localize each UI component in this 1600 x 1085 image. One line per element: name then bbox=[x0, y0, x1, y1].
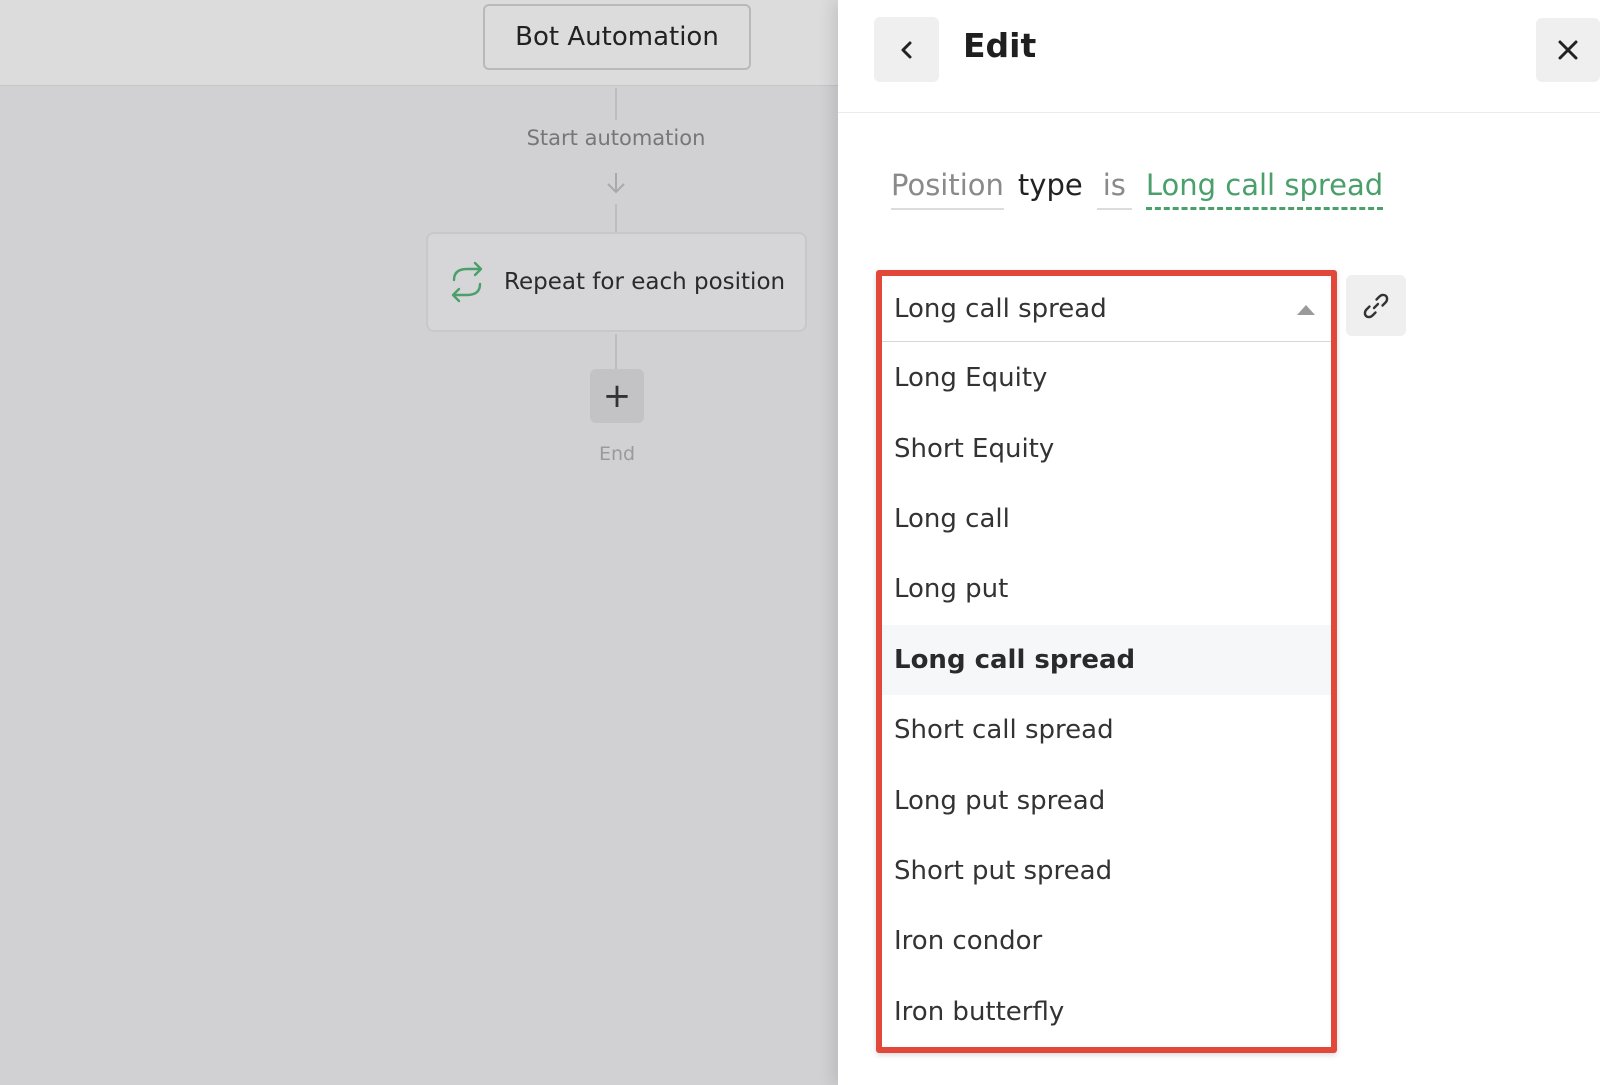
condition-operator[interactable]: is bbox=[1096, 168, 1132, 210]
bot-automation-button[interactable]: Bot Automation bbox=[483, 4, 751, 70]
back-button[interactable] bbox=[874, 17, 939, 82]
chevron-left-icon bbox=[901, 41, 911, 58]
condition-value[interactable]: Long call spread bbox=[1145, 168, 1384, 210]
add-step-button[interactable]: + bbox=[590, 369, 644, 423]
automation-canvas: Bot Automation Start automation Repeat f… bbox=[0, 0, 838, 1085]
panel-title: Edit bbox=[963, 26, 1037, 65]
link-variable-button[interactable] bbox=[1346, 275, 1406, 336]
dropdown-options-list: Long Equity Short Equity Long call Long … bbox=[882, 343, 1331, 1047]
edit-panel: Edit Position type is Long call spread L… bbox=[838, 0, 1600, 1085]
dropdown-option[interactable]: Long put spread bbox=[882, 765, 1331, 835]
condition-field[interactable]: Position bbox=[891, 168, 1004, 210]
dropdown-option[interactable]: Short Equity bbox=[882, 413, 1331, 483]
condition-sentence: Position type is Long call spread bbox=[891, 168, 1384, 214]
dropdown-selected-value[interactable]: Long call spread bbox=[882, 276, 1331, 342]
dropdown-option[interactable]: Long call bbox=[882, 484, 1331, 554]
link-icon bbox=[1363, 293, 1389, 318]
close-icon bbox=[1558, 40, 1578, 60]
caret-up-icon[interactable] bbox=[1297, 305, 1315, 315]
dropdown-option[interactable]: Iron butterfly bbox=[882, 977, 1331, 1047]
repeat-step-label: Repeat for each position bbox=[504, 269, 786, 295]
position-type-dropdown[interactable]: Long call spread Long Equity Short Equit… bbox=[876, 270, 1337, 1053]
dropdown-option[interactable]: Long Equity bbox=[882, 343, 1331, 413]
panel-header: Edit bbox=[838, 0, 1600, 113]
dropdown-option[interactable]: Short put spread bbox=[882, 836, 1331, 906]
end-label: End bbox=[598, 443, 636, 465]
condition-type-word: type bbox=[1017, 168, 1083, 202]
close-button[interactable] bbox=[1536, 18, 1600, 82]
repeat-icon bbox=[444, 259, 490, 305]
dropdown-option[interactable]: Short call spread bbox=[882, 695, 1331, 765]
dropdown-option[interactable]: Long put bbox=[882, 554, 1331, 624]
repeat-for-each-position-step[interactable]: Repeat for each position bbox=[426, 232, 807, 332]
dropdown-selected-label: Long call spread bbox=[894, 293, 1107, 324]
dropdown-option[interactable]: Iron condor bbox=[882, 906, 1331, 976]
connector-line bbox=[615, 204, 617, 232]
connector-line bbox=[615, 334, 617, 370]
arrow-down-icon bbox=[607, 173, 625, 194]
connector-line bbox=[615, 88, 617, 120]
start-automation-label: Start automation bbox=[526, 126, 706, 150]
dropdown-option-highlighted[interactable]: Long call spread bbox=[882, 624, 1331, 695]
